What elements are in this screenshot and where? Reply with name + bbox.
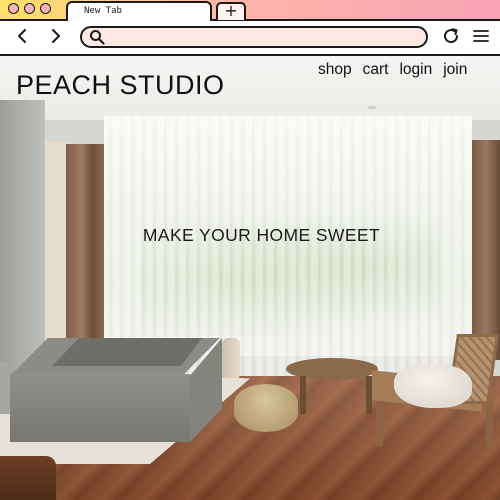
address-input[interactable] xyxy=(112,30,416,46)
foreground-chair xyxy=(0,456,56,500)
tab-bar: New Tab + xyxy=(0,0,500,21)
reload-button[interactable] xyxy=(440,25,462,47)
search-icon xyxy=(89,29,105,50)
nav-cart-link[interactable]: cart xyxy=(363,61,389,79)
browser-toolbar xyxy=(0,21,500,54)
browser-tab[interactable]: New Tab xyxy=(66,1,212,21)
chevron-right-icon xyxy=(52,29,60,43)
curtain-right xyxy=(472,140,500,360)
chair-leg xyxy=(486,402,493,446)
sheer-curtain xyxy=(104,116,472,376)
rattan-pouf xyxy=(234,384,298,432)
window-controls xyxy=(8,3,51,14)
nav-shop-link[interactable]: shop xyxy=(318,61,352,79)
site-logo[interactable]: PEACH STUDIO xyxy=(16,70,225,101)
hero-tagline: MAKE YOUR HOME SWEET xyxy=(142,225,381,245)
forward-button[interactable] xyxy=(45,25,67,47)
reload-icon xyxy=(444,28,459,44)
nav-join-link[interactable]: join xyxy=(443,61,467,79)
hamburger-menu-icon xyxy=(473,30,489,42)
pillow xyxy=(394,364,472,408)
site-nav: shop cart login join xyxy=(318,61,467,79)
tab-title: New Tab xyxy=(84,6,122,16)
table-leg xyxy=(300,376,306,414)
chevron-left-icon xyxy=(18,29,26,43)
window-minimize-dot[interactable] xyxy=(24,3,35,14)
new-tab-button[interactable]: + xyxy=(216,2,246,20)
window-close-dot[interactable] xyxy=(8,3,19,14)
ceiling-light xyxy=(368,106,376,109)
window-maximize-dot[interactable] xyxy=(40,3,51,14)
curtain-left xyxy=(66,144,104,352)
stone-bathtub-front xyxy=(10,374,190,442)
hero-image xyxy=(0,56,500,500)
nav-login-link[interactable]: login xyxy=(399,61,432,79)
vase xyxy=(222,338,240,378)
browser-chrome: New Tab + xyxy=(0,0,500,56)
chair-leg xyxy=(376,402,383,446)
menu-button[interactable] xyxy=(470,25,492,47)
address-bar[interactable] xyxy=(80,26,428,48)
back-button[interactable] xyxy=(11,25,33,47)
